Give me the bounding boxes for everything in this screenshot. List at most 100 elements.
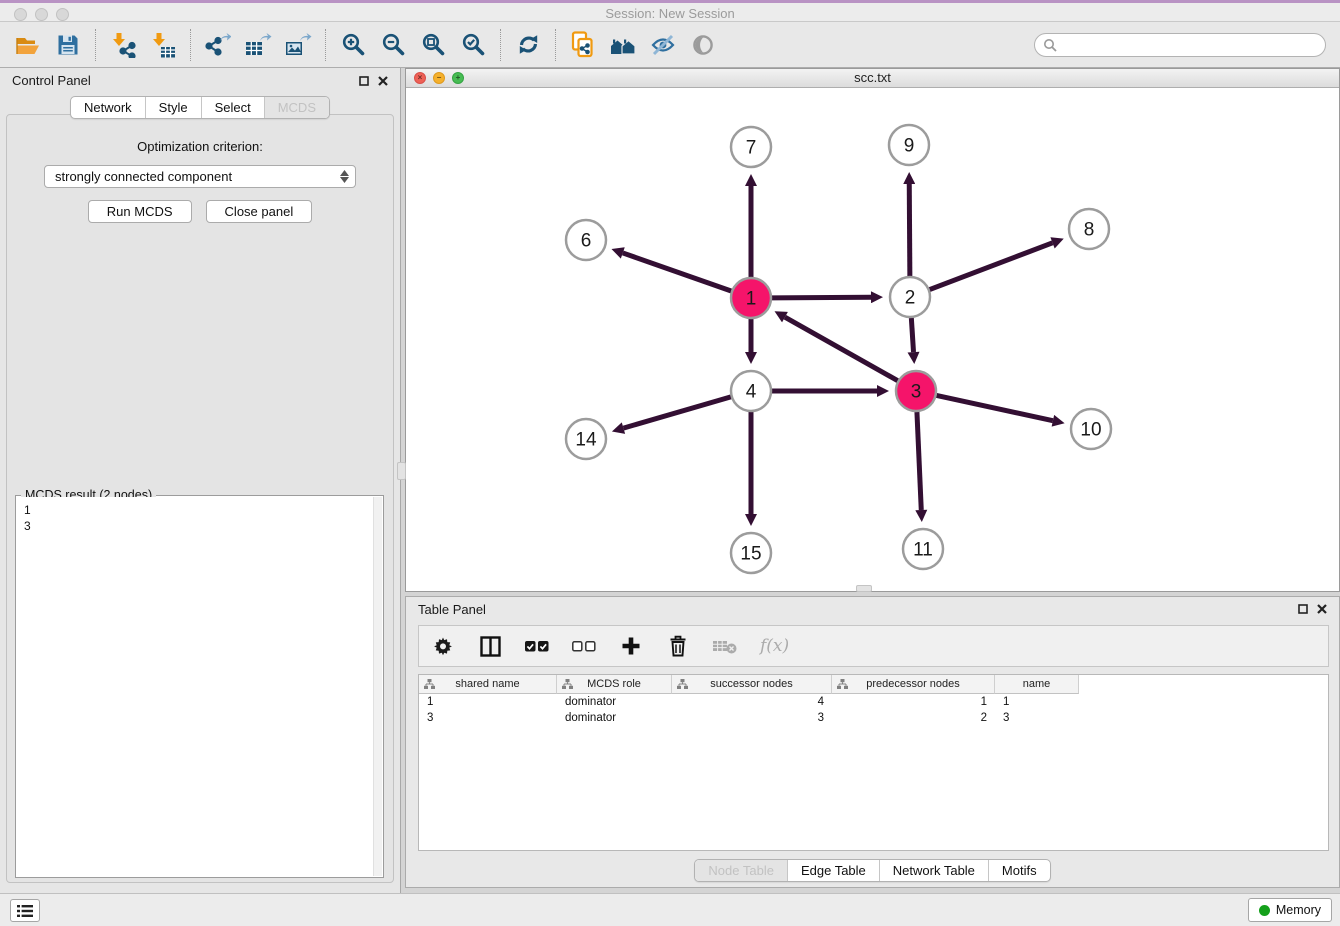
select-all-checkboxes-icon[interactable] [525,634,549,658]
export-image-icon[interactable] [278,25,318,65]
graph-edge-2-9[interactable] [909,184,910,276]
table-cell[interactable]: 2 [832,710,995,726]
zoom-in-icon[interactable] [333,25,373,65]
list-icon [17,905,33,917]
graph-node-label: 14 [575,430,597,451]
table-row[interactable]: 1dominator411 [419,694,1328,710]
table-cell[interactable]: 3 [419,710,557,726]
network-maximize-button[interactable]: + [452,72,464,84]
column-header-mcds-role[interactable]: MCDS role [557,675,672,694]
control-panel: Control Panel NetworkStyleSelectMCDS Opt… [0,68,401,893]
table-tab-motifs[interactable]: Motifs [988,860,1050,881]
add-column-icon[interactable] [619,634,643,658]
graph-edge-1-6[interactable] [623,253,731,291]
network-close-button[interactable]: × [414,72,426,84]
table-cell[interactable]: 1 [419,694,557,710]
column-header-successor-nodes[interactable]: successor nodes [672,675,832,694]
main-toolbar [0,22,1340,68]
mcds-panel: Optimization criterion: strongly connect… [6,114,394,883]
search-input[interactable] [1057,37,1317,52]
table-cell[interactable]: dominator [557,710,672,726]
import-table-icon[interactable] [143,25,183,65]
table-cell[interactable]: dominator [557,694,672,710]
column-header-shared-name[interactable]: shared name [419,675,557,694]
network-canvas[interactable]: 1234678910111415 [406,88,1339,591]
network-window-title: scc.txt [406,69,1339,87]
horizontal-splitter-handle[interactable] [856,585,872,592]
criterion-select[interactable]: strongly connected component [44,165,356,188]
graph-edge-2-3[interactable] [911,318,913,352]
first-neighbors-icon[interactable] [603,25,643,65]
graph-edge-3-1[interactable] [785,317,898,381]
graph-edge-4-14[interactable] [623,397,730,428]
table-cell[interactable]: 1 [832,694,995,710]
network-window-titlebar[interactable]: × − + scc.txt [406,69,1339,88]
column-type-icon [837,679,848,690]
float-table-panel-icon[interactable] [1298,604,1308,614]
status-bar: Memory [0,893,1340,926]
hide-selected-icon[interactable] [643,25,683,65]
table-tab-edge-table[interactable]: Edge Table [787,860,879,881]
memory-button[interactable]: Memory [1248,898,1332,922]
column-header-predecessor-nodes[interactable]: predecessor nodes [832,675,995,694]
window-titlebar: Session: New Session [0,0,1340,22]
delete-column-icon[interactable] [666,634,690,658]
column-header-name[interactable]: name [995,675,1079,694]
mcds-result-list[interactable]: 13 [17,497,382,876]
graph-edge-3-11[interactable] [917,412,921,510]
run-mcds-button[interactable]: Run MCDS [88,200,192,223]
tab-network[interactable]: Network [71,97,145,118]
zoom-fit-icon[interactable] [413,25,453,65]
graph-edge-3-10[interactable] [937,395,1053,420]
vertical-splitter-handle[interactable] [397,462,406,480]
export-table-icon[interactable] [238,25,278,65]
close-panel-button[interactable]: Close panel [206,200,313,223]
mcds-result-item[interactable]: 1 [24,502,375,518]
zoom-out-icon[interactable] [373,25,413,65]
delete-table-icon[interactable] [713,634,737,658]
table-tab-node-table[interactable]: Node Table [695,860,787,881]
tab-style[interactable]: Style [145,97,201,118]
split-columns-icon[interactable] [478,634,502,658]
table-cell[interactable]: 3 [995,710,1079,726]
close-table-panel-icon[interactable] [1317,604,1327,614]
open-folder-icon[interactable] [8,25,48,65]
memory-label: Memory [1276,903,1321,917]
import-network-icon[interactable] [103,25,143,65]
control-panel-title: Control Panel [12,73,91,88]
search-box[interactable] [1034,33,1326,57]
table-tab-network-table[interactable]: Network Table [879,860,988,881]
toolbar-separator [95,29,96,61]
close-panel-icon[interactable] [378,76,388,86]
graph-node-label: 2 [905,288,916,309]
tab-mcds[interactable]: MCDS [264,97,329,118]
graph-edge-1-2[interactable] [772,297,871,298]
table-panel-title: Table Panel [418,602,486,617]
zoom-selected-icon[interactable] [453,25,493,65]
new-network-from-selection-icon[interactable] [563,25,603,65]
task-history-button[interactable] [10,899,40,922]
float-panel-icon[interactable] [359,76,369,86]
mcds-result-item[interactable]: 3 [24,518,375,534]
table-row[interactable]: 3dominator323 [419,710,1328,726]
result-scrollbar[interactable] [373,497,382,876]
app-window: Session: New Session [0,0,1340,926]
function-builder-icon[interactable]: f(x) [760,636,789,656]
network-minimize-button[interactable]: − [433,72,445,84]
graph-node-label: 15 [740,544,761,565]
deselect-all-checkboxes-icon[interactable] [572,634,596,658]
network-graph[interactable]: 1234678910111415 [406,88,1339,591]
tab-select[interactable]: Select [201,97,264,118]
export-network-icon[interactable] [198,25,238,65]
toolbar-separator [555,29,556,61]
table-cell[interactable]: 3 [672,710,832,726]
apply-layout-icon[interactable] [508,25,548,65]
graphics-details-icon[interactable] [683,25,723,65]
save-session-icon[interactable] [48,25,88,65]
settings-gear-icon[interactable] [431,634,455,658]
graph-edge-2-8[interactable] [930,243,1053,290]
control-panel-tabs: NetworkStyleSelectMCDS [70,96,330,119]
criterion-selected-value: strongly connected component [55,169,232,184]
table-cell[interactable]: 1 [995,694,1079,710]
table-cell[interactable]: 4 [672,694,832,710]
